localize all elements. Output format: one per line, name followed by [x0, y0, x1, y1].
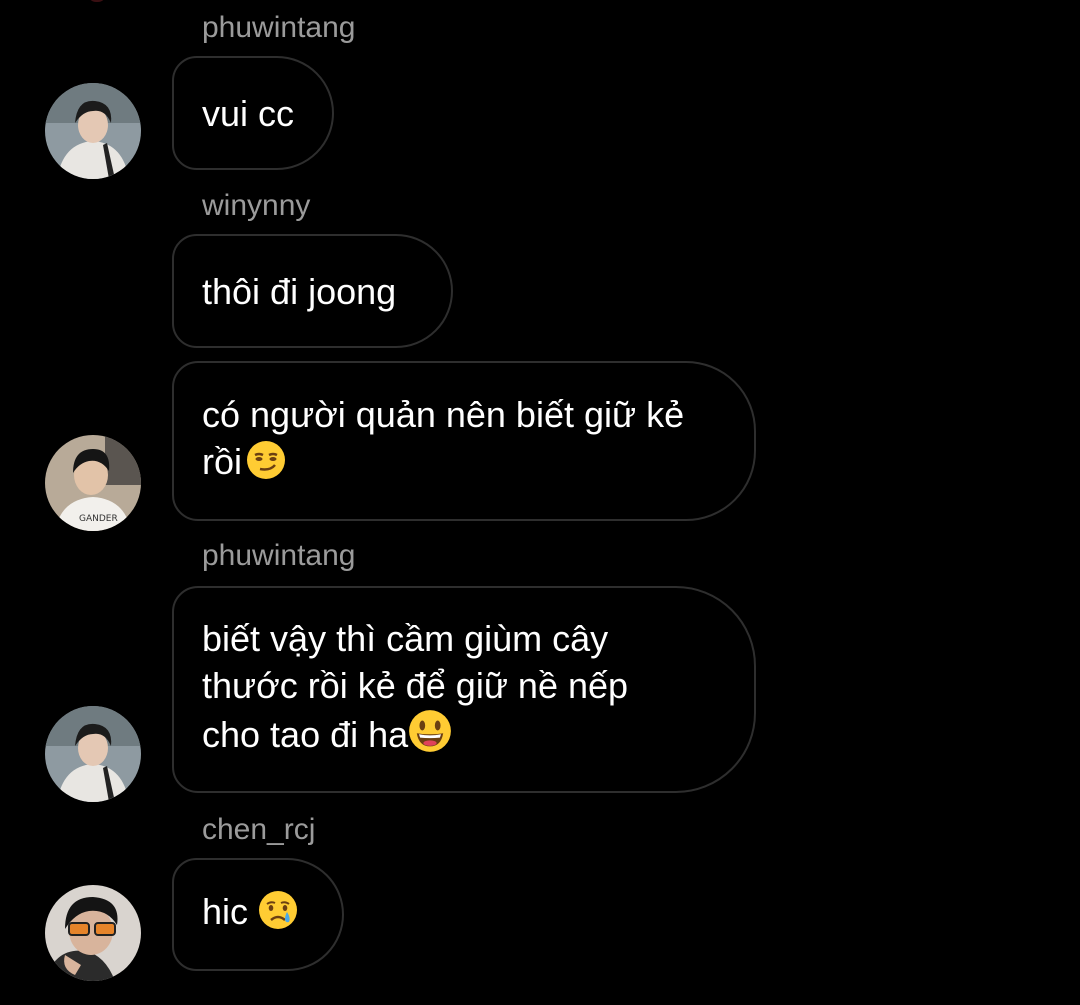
avatar[interactable]: GANDER [45, 435, 141, 531]
smirking-face-emoji [246, 440, 286, 491]
message-text: có người quản nên biết giữ kẻ rồi [202, 391, 684, 491]
message-bubble[interactable]: có người quản nên biết giữ kẻ rồi [172, 361, 756, 521]
message-bubble[interactable]: thôi đi joong [172, 234, 453, 348]
crying-face-emoji [258, 890, 298, 941]
avatar[interactable] [45, 885, 141, 981]
avatar-image [45, 83, 141, 179]
avatar-image [45, 706, 141, 802]
message-username[interactable]: phuwintang [202, 10, 355, 46]
message-text: biết vậy thì cầm giùm cây thước rồi kẻ đ… [202, 615, 628, 764]
message-text: hic [202, 888, 298, 941]
avatar-image: GANDER [45, 435, 141, 531]
avatar-image [45, 885, 141, 981]
grinning-face-emoji [408, 709, 452, 764]
message-bubble[interactable]: hic [172, 858, 344, 971]
message-username[interactable]: winynny [202, 188, 310, 224]
notification-dot [88, 0, 106, 2]
message-text: thôi đi joong [202, 270, 397, 312]
message-bubble[interactable]: biết vậy thì cầm giùm cây thước rồi kẻ đ… [172, 586, 756, 793]
avatar[interactable] [45, 83, 141, 179]
message-text: vui cc [202, 92, 295, 134]
svg-text:GANDER: GANDER [79, 514, 118, 524]
message-username[interactable]: phuwintang [202, 538, 355, 574]
message-username[interactable]: chen_rcj [202, 812, 315, 848]
message-bubble[interactable]: vui cc [172, 56, 334, 170]
avatar[interactable] [45, 706, 141, 802]
